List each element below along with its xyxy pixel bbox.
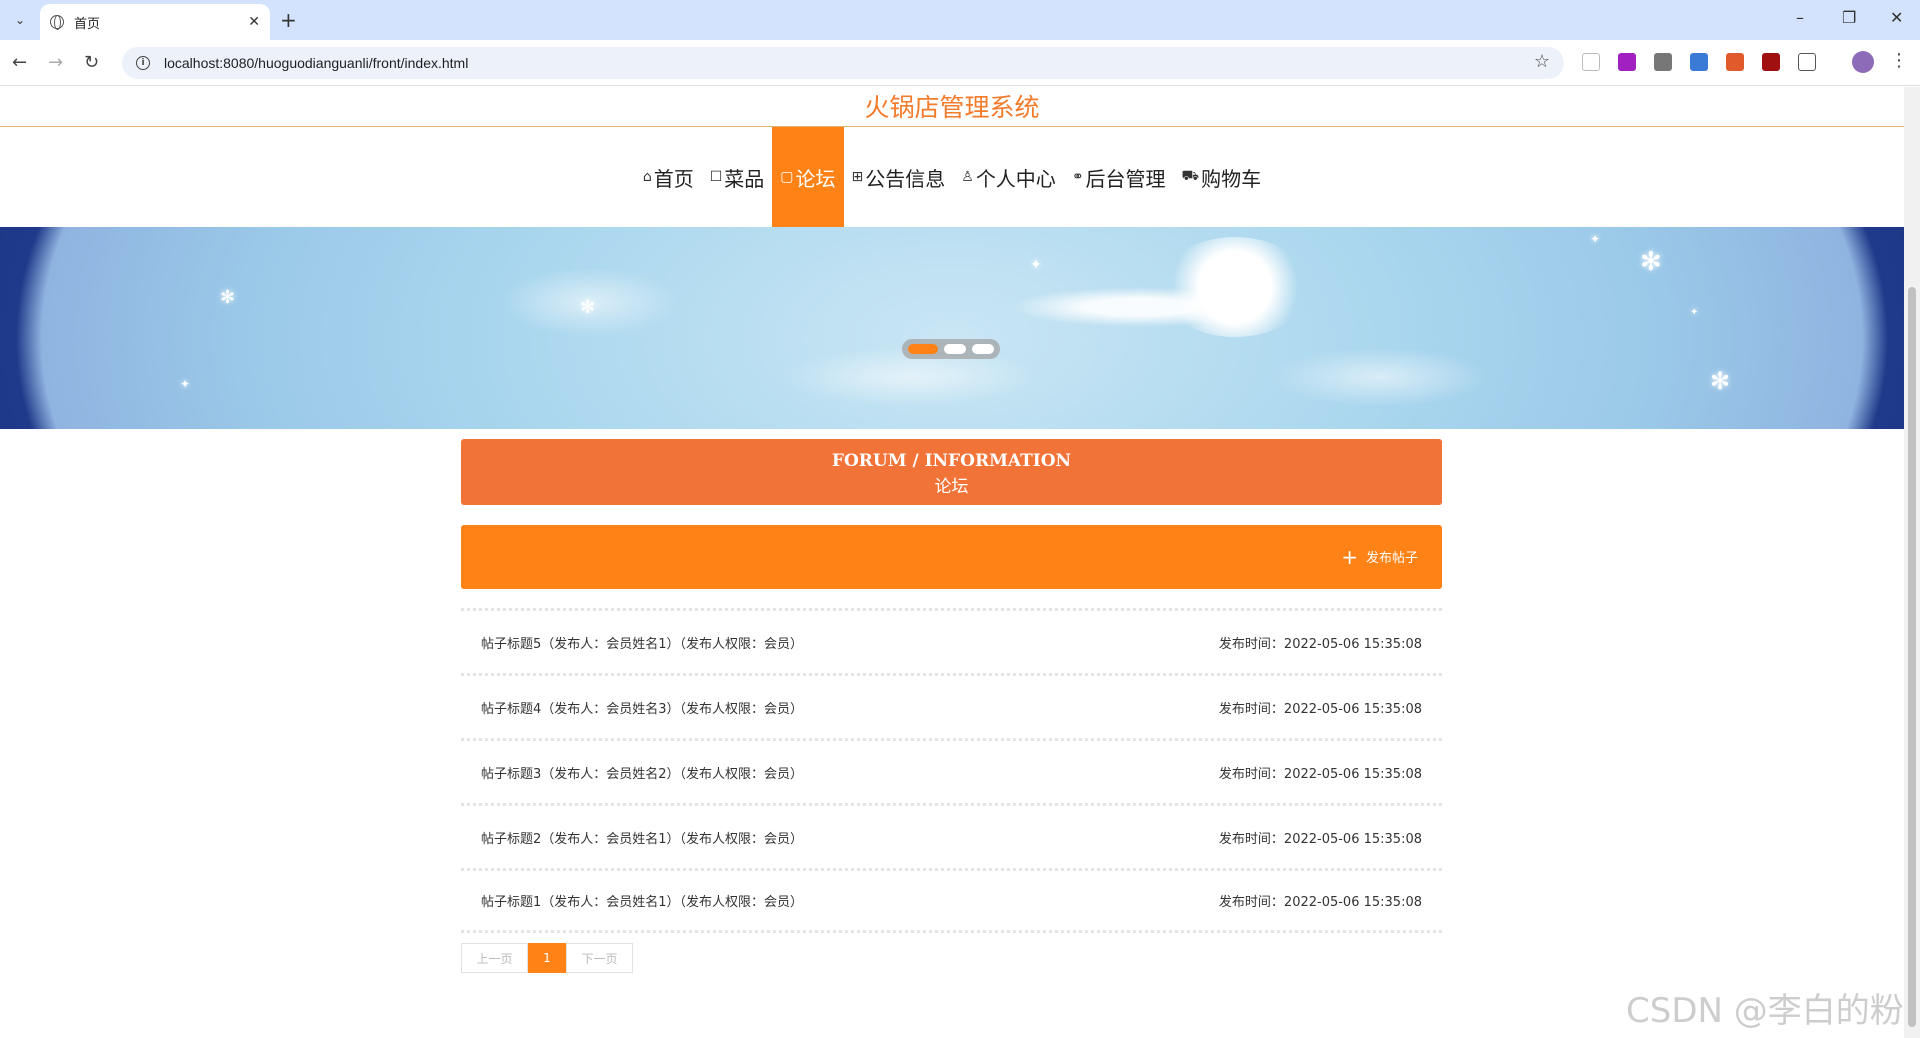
scrollbar-thumb[interactable] (1908, 287, 1916, 1027)
site-title: 火锅店管理系统 (0, 87, 1904, 127)
carousel-dot[interactable] (908, 344, 938, 354)
banner-haze (1270, 347, 1490, 407)
sparkle-icon: ✦ (1030, 257, 1042, 273)
nav-item-label: 后台管理 (1085, 166, 1166, 191)
nav-item-home[interactable]: ⌂ 首页 (635, 127, 702, 227)
minimize-button[interactable]: – (1796, 8, 1804, 27)
publish-post-label: 发布帖子 (1365, 551, 1418, 566)
post-title[interactable]: 帖子标题1（发布人：会员姓名1）（发布人权限：会员） (481, 891, 803, 910)
watermark: CSDN @李白的粉 (1626, 991, 1904, 1031)
list-item[interactable]: 帖子标题3（发布人：会员姓名2）（发布人权限：会员） 发布时间：2022-05-… (461, 738, 1442, 803)
sparkle-icon: ✻ (580, 297, 596, 318)
nav-item-label: 个人中心 (975, 166, 1056, 191)
nav-item-dishes[interactable]: ☐ 菜品 (702, 127, 773, 227)
restore-button[interactable]: ❐ (1842, 8, 1856, 27)
carousel-indicators (902, 339, 1000, 359)
main-nav: ⌂ 首页 ☐ 菜品 ▢ 论坛 ⊞ 公告信息 ♙ 个人中心 ⚭ 后台管理 ⛟ 购物… (0, 127, 1904, 227)
banner-carousel[interactable]: ✻ ✦ ✻ ✦ ✻ ✻ ✦ ✦ (0, 227, 1904, 429)
post-time: 发布时间：2022-05-06 15:35:08 (1218, 636, 1422, 652)
close-window-button[interactable]: ✕ (1890, 8, 1903, 27)
nav-item-forum[interactable]: ▢ 论坛 (772, 127, 844, 227)
post-title[interactable]: 帖子标题5（发布人：会员姓名1）（发布人权限：会员） (481, 633, 803, 652)
sparkle-icon: ✻ (1710, 367, 1731, 395)
forward-button[interactable]: → (48, 51, 63, 75)
reload-button[interactable]: ↻ (84, 51, 99, 75)
carousel-dot[interactable] (944, 344, 966, 354)
new-tab-button[interactable]: + (280, 8, 297, 32)
pagination: 上一页 1 下一页 (461, 943, 633, 973)
post-title[interactable]: 帖子标题3（发布人：会员姓名2）（发布人权限：会员） (481, 763, 803, 782)
carousel-dot[interactable] (972, 344, 994, 354)
post-time: 发布时间：2022-05-06 15:35:08 (1218, 701, 1422, 717)
url-text: localhost:8080/huoguodianguanli/front/in… (164, 55, 469, 71)
forum-title-en: FORUM / INFORMATION (831, 451, 1072, 471)
nav-item-label: 首页 (653, 166, 694, 191)
list-item[interactable]: 帖子标题2（发布人：会员姓名1）（发布人权限：会员） 发布时间：2022-05-… (461, 803, 1442, 868)
book-icon: ☐ (709, 169, 723, 185)
close-icon[interactable]: ✕ (248, 14, 260, 30)
sparkle-icon: ✦ (1690, 307, 1699, 318)
cloud-image (1160, 237, 1310, 337)
address-bar[interactable]: i localhost:8080/huoguodianguanli/front/… (122, 47, 1564, 79)
nav-item-label: 公告信息 (865, 166, 946, 191)
puzzle-icon[interactable] (1798, 53, 1816, 71)
globe-icon (50, 15, 64, 30)
nav-item-label: 论坛 (795, 166, 836, 191)
browser-tab[interactable]: 首页 ✕ (40, 4, 270, 40)
browser-tab-bar: ⌄ 首页 ✕ + – ❐ ✕ (0, 0, 1920, 40)
list-item[interactable]: 帖子标题5（发布人：会员姓名1）（发布人权限：会员） 发布时间：2022-05-… (461, 608, 1442, 673)
post-time: 发布时间：2022-05-06 15:35:08 (1218, 831, 1422, 847)
ublock-icon[interactable] (1762, 53, 1780, 71)
profile-avatar[interactable] (1852, 51, 1874, 73)
post-title[interactable]: 帖子标题2（发布人：会员姓名1）（发布人权限：会员） (481, 828, 803, 847)
post-title[interactable]: 帖子标题4（发布人：会员姓名3）（发布人权限：会员） (481, 698, 803, 717)
forum-title-cn: 论坛 (934, 477, 969, 497)
sparkle-icon: ✦ (1590, 232, 1601, 246)
nav-item-label: 购物车 (1201, 166, 1262, 191)
nav-item-label: 菜品 (724, 166, 765, 191)
nav-item-notices[interactable]: ⊞ 公告信息 (844, 127, 954, 227)
publish-post-button[interactable]: + 发布帖子 (1341, 544, 1418, 569)
grid-icon: ⊞ (851, 169, 864, 185)
tab-title: 首页 (74, 16, 101, 32)
cart-icon: ⛟ (1181, 168, 1200, 184)
list-item[interactable]: 帖子标题1（发布人：会员姓名1）（发布人权限：会员） 发布时间：2022-05-… (461, 868, 1442, 933)
next-page-button[interactable]: 下一页 (566, 943, 633, 973)
post-list: 帖子标题5（发布人：会员姓名1）（发布人权限：会员） 发布时间：2022-05-… (461, 608, 1442, 933)
menu-icon[interactable]: ⋮ (1890, 50, 1908, 71)
prev-page-button[interactable]: 上一页 (461, 943, 528, 973)
list-item[interactable]: 帖子标题4（发布人：会员姓名3）（发布人权限：会员） 发布时间：2022-05-… (461, 673, 1442, 738)
extension-icon[interactable] (1654, 53, 1672, 71)
sparkle-icon: ✦ (180, 377, 191, 391)
sparkle-icon: ✻ (1640, 247, 1662, 277)
user-icon: ♙ (961, 169, 974, 185)
extension-icon[interactable] (1726, 53, 1744, 71)
nav-item-profile[interactable]: ♙ 个人中心 (953, 127, 1064, 227)
nav-item-cart[interactable]: ⛟ 购物车 (1174, 127, 1270, 227)
site-info-icon[interactable]: i (136, 56, 150, 70)
home-icon: ⌂ (642, 169, 652, 185)
post-time: 发布时间：2022-05-06 15:35:08 (1218, 766, 1422, 782)
back-button[interactable]: ← (12, 51, 27, 75)
forum-action-bar: + 发布帖子 (461, 525, 1442, 589)
sparkle-icon: ✻ (220, 287, 236, 308)
page-viewport: 火锅店管理系统 ⌂ 首页 ☐ 菜品 ▢ 论坛 ⊞ 公告信息 ♙ 个人中心 ⚭ 后… (0, 87, 1904, 1038)
tab-search-icon[interactable]: ⌄ (8, 8, 32, 32)
extension-icon[interactable] (1618, 53, 1636, 71)
post-time: 发布时间：2022-05-06 15:35:08 (1218, 895, 1422, 910)
forum-icon: ▢ (780, 169, 794, 185)
bookmark-star-icon[interactable]: ☆ (1534, 51, 1550, 72)
extension-icon[interactable] (1582, 53, 1600, 71)
plus-icon: + (1341, 544, 1358, 569)
extension-icon[interactable] (1690, 53, 1708, 71)
page-number-button[interactable]: 1 (528, 943, 566, 973)
page-scrollbar[interactable] (1904, 87, 1920, 1038)
link-icon: ⚭ (1071, 169, 1084, 185)
browser-toolbar: ← → ↻ i localhost:8080/huoguodianguanli/… (0, 40, 1920, 86)
nav-item-admin[interactable]: ⚭ 后台管理 (1064, 127, 1174, 227)
forum-header: FORUM / INFORMATION 论坛 (461, 439, 1442, 505)
